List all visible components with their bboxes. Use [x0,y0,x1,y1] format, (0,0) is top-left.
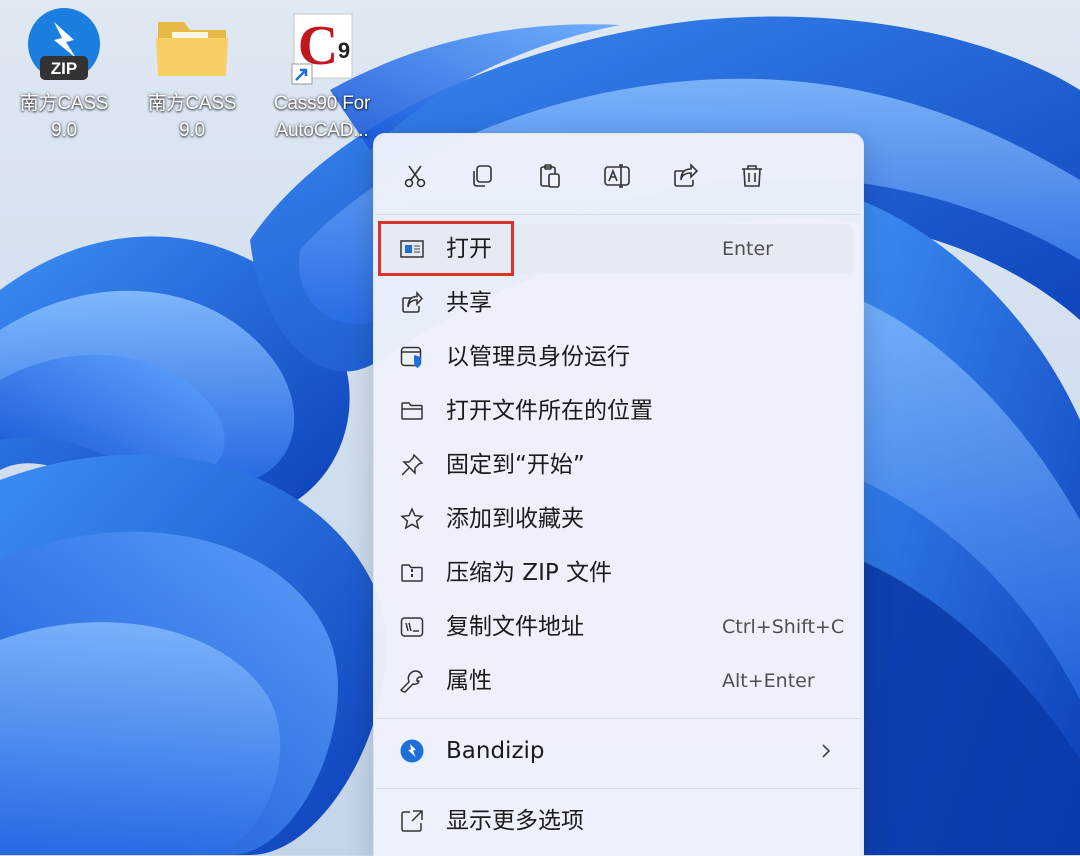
cut-button[interactable] [395,156,435,196]
paste-button[interactable] [530,156,570,196]
highlight-annotation-box [378,221,514,276]
cass9-shortcut-icon: C 9 [282,6,362,86]
folder-icon [401,402,423,420]
delete-button[interactable] [732,156,772,196]
menu-item-label: Bandizip [446,738,545,764]
desktop-icon-cass-folder[interactable]: 南方CASS 9.0 [128,6,256,144]
zip-archive-icon [401,564,423,582]
share-button[interactable] [665,156,705,196]
paste-icon [540,164,560,188]
menu-item-shortcut: Enter [722,238,773,260]
menu-item-label: 属性 [446,668,492,694]
copy-button[interactable] [462,156,502,196]
star-icon [400,507,424,530]
menu-separator [376,718,861,719]
menu-item-label: 复制文件地址 [446,614,584,640]
desktop-icon-label: 南方CASS 9.0 [147,93,237,141]
menu-item-label: 以管理员身份运行 [446,344,630,370]
menu-item-label: 共享 [446,290,492,316]
rename-icon [604,164,630,188]
scissors-icon [404,165,426,188]
trash-icon [742,165,762,187]
menu-item-label: 添加到收藏夹 [446,506,584,532]
menu-item-compress-zip[interactable]: 压缩为 ZIP 文件 [378,548,853,598]
show-more-icon [401,810,423,832]
menu-item-shortcut: Alt+Enter [722,670,815,692]
menu-item-label: 显示更多选项 [446,808,584,834]
cass9-badge-text: 9 [338,38,350,63]
menu-item-bandizip[interactable]: Bandizip [378,726,853,776]
context-menu-toolbar [374,134,863,214]
menu-item-open-file-location[interactable]: 打开文件所在的位置 [378,386,853,436]
chevron-right-icon [822,744,831,758]
desktop-icon-cass90-shortcut[interactable]: C 9 Cass90 For AutoCAD... [258,6,386,144]
menu-item-label: 压缩为 ZIP 文件 [446,560,613,586]
wrench-icon [400,670,423,693]
share-icon [674,163,698,187]
menu-item-properties[interactable]: 属性 Alt+Enter [378,656,853,706]
desktop-icon-cass-installer[interactable]: ZIP 南方CASS 9.0 [0,6,128,144]
menu-item-share[interactable]: 共享 [378,278,853,328]
share-icon [402,291,424,313]
menu-separator [376,214,861,215]
copy-icon [473,165,492,187]
admin-shield-icon [400,346,422,368]
menu-item-label: 固定到“开始” [446,452,585,478]
folder-icon [152,6,232,86]
menu-item-show-more-options[interactable]: 显示更多选项 [378,796,853,846]
pin-icon [401,453,424,476]
menu-item-pin-to-start[interactable]: 固定到“开始” [378,440,853,490]
menu-item-shortcut: Ctrl+Shift+C [722,616,845,638]
menu-item-copy-path[interactable]: 复制文件地址 Ctrl+Shift+C [378,602,853,652]
zip-installer-icon: ZIP [24,6,104,86]
menu-item-run-as-admin[interactable]: 以管理员身份运行 [378,332,853,382]
desktop-icon-label: 南方CASS 9.0 [19,93,109,141]
bandizip-icon [400,739,424,763]
copy-path-icon [400,617,424,637]
zip-badge-text: ZIP [51,59,77,78]
rename-button[interactable] [597,156,637,196]
menu-separator [376,788,861,789]
menu-item-label: 打开文件所在的位置 [446,398,653,424]
desktop-icon-label: Cass90 For AutoCAD... [273,93,371,141]
menu-item-add-to-favorites[interactable]: 添加到收藏夹 [378,494,853,544]
